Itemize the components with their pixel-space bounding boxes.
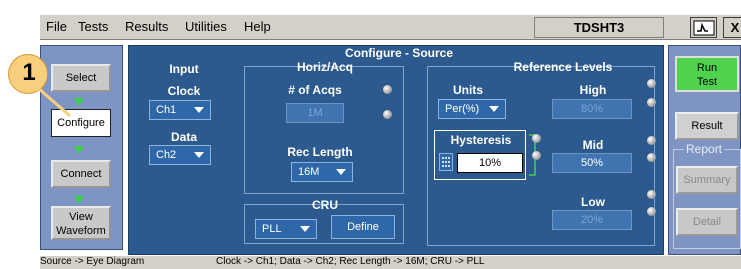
menu-results[interactable]: Results [125, 19, 168, 34]
data-value: Ch2 [156, 149, 177, 161]
cru-dropdown[interactable]: PLL [255, 219, 317, 239]
knob-icon[interactable] [532, 151, 541, 160]
menu-file[interactable]: File [46, 19, 67, 34]
rec-length-label: Rec Length [287, 145, 353, 159]
cru-group: CRU PLL Define [244, 198, 404, 244]
chevron-down-icon [300, 226, 310, 232]
knob-icon[interactable] [532, 134, 541, 143]
knob-icon[interactable] [647, 153, 656, 162]
right-action-panel: Run Test Result Report Summary Detail [668, 45, 741, 255]
view-label-line2: Waveform [56, 225, 106, 237]
flow-arrow-icon [74, 146, 84, 154]
detail-button[interactable]: Detail [676, 208, 738, 236]
high-field[interactable]: 80% [552, 99, 632, 119]
units-dropdown[interactable]: Per(%) [438, 99, 506, 119]
define-button[interactable]: Define [331, 215, 395, 239]
test-label: Test [696, 76, 718, 88]
app-title: TDSHT3 [534, 17, 664, 38]
low-field[interactable]: 20% [552, 210, 632, 230]
chevron-down-icon [194, 152, 204, 158]
knob-icon[interactable] [383, 85, 392, 94]
left-nav-panel: Select Configure Connect View Waveform [40, 45, 123, 250]
chevron-down-icon [336, 169, 346, 175]
clock-label: Clock [167, 84, 201, 98]
knob-icon[interactable] [647, 207, 656, 216]
hysteresis-box: Hysteresis 10% [434, 130, 526, 180]
data-label: Data [170, 130, 197, 144]
chevron-down-icon [194, 107, 204, 113]
configure-source-panel: Configure - Source Input Clock Ch1 Data … [128, 45, 664, 255]
mid-field[interactable]: 50% [552, 153, 632, 173]
view-waveform-button[interactable]: View Waveform [51, 206, 111, 240]
view-label-line1: View [69, 211, 93, 223]
hysteresis-input[interactable]: 10% [457, 153, 523, 173]
knob-icon[interactable] [383, 110, 392, 119]
acqs-field[interactable]: 1M [286, 103, 344, 123]
horiz-title: Horiz/Acq [296, 60, 353, 74]
input-title: Input [169, 62, 199, 76]
units-label: Units [453, 83, 483, 97]
cru-title: CRU [312, 198, 338, 212]
summary-button[interactable]: Summary [676, 166, 738, 194]
high-label: High [579, 83, 607, 97]
close-button[interactable]: X [723, 17, 741, 38]
chevron-down-icon [489, 106, 499, 112]
keypad-icon[interactable] [439, 153, 453, 171]
connect-button[interactable]: Connect [51, 160, 111, 188]
menu-utilities[interactable]: Utilities [185, 19, 227, 34]
status-left: Source -> Eye Diagram [40, 256, 145, 267]
report-group: Report Summary Detail [673, 142, 741, 249]
minimize-icon[interactable] [690, 17, 717, 38]
input-group: Input Clock Ch1 Data Ch2 [139, 60, 229, 250]
knob-icon[interactable] [647, 79, 656, 88]
menu-tests[interactable]: Tests [78, 19, 108, 34]
report-label: Report [684, 142, 725, 156]
hysteresis-label: Hysteresis [450, 133, 512, 147]
knob-icon[interactable] [647, 98, 656, 107]
run-label: Run [696, 62, 718, 74]
flow-arrow-icon [74, 196, 84, 204]
reference-levels-title: Reference Levels [513, 60, 613, 74]
units-value: Per(%) [445, 103, 480, 115]
callout-number: 1 [22, 59, 36, 86]
rec-length-value: 16M [298, 166, 320, 178]
low-label: Low [581, 195, 605, 209]
mid-label: Mid [582, 138, 604, 152]
rec-length-dropdown[interactable]: 16M [291, 162, 353, 182]
acqs-label: # of Acqs [288, 83, 342, 97]
knob-icon[interactable] [647, 190, 656, 199]
knob-icon[interactable] [647, 136, 656, 145]
data-dropdown[interactable]: Ch2 [149, 145, 211, 165]
clock-value: Ch1 [156, 104, 177, 116]
menu-help[interactable]: Help [244, 19, 271, 34]
panel-title: Configure - Source [344, 46, 453, 60]
clock-dropdown[interactable]: Ch1 [149, 100, 211, 120]
result-button[interactable]: Result [675, 112, 739, 140]
horiz-acq-group: Horiz/Acq # of Acqs 1M Rec Length 16M [244, 60, 404, 194]
run-test-button[interactable]: Run Test [675, 56, 739, 92]
status-bar: Source -> Eye Diagram Clock -> Ch1; Data… [40, 256, 741, 269]
cru-value: PLL [262, 223, 282, 235]
callout-pointer-icon [37, 86, 71, 118]
reference-levels-group: Reference Levels Units Per(%) High 80% H… [427, 60, 656, 246]
menu-bar: File Tests Results Utilities Help TDSHT3… [40, 15, 741, 40]
status-right: Clock -> Ch1; Data -> Ch2; Rec Length ->… [216, 256, 485, 267]
